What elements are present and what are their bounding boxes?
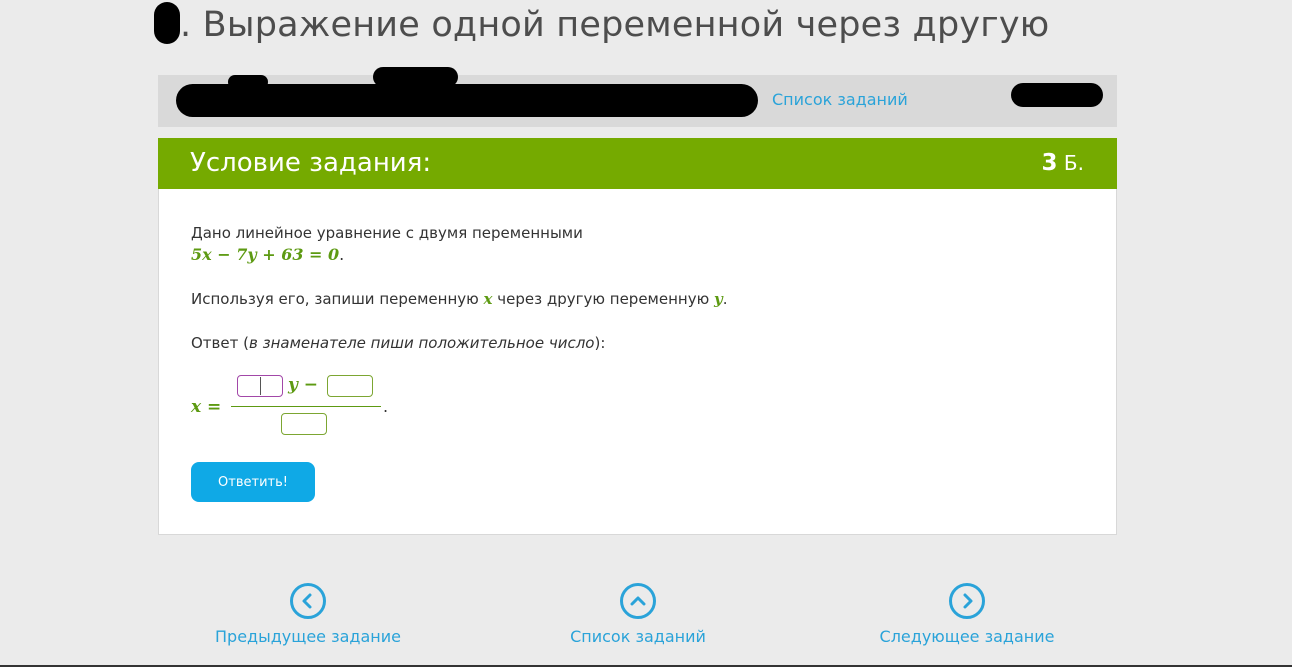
- task-list-nav[interactable]: Список заданий: [538, 583, 738, 646]
- fraction-lhs: x =: [191, 397, 222, 417]
- submit-answer-button[interactable]: Ответить!: [191, 462, 315, 502]
- numerator-coefficient-input[interactable]: [237, 375, 283, 397]
- task-header: Условие задания: 3 Б.: [158, 138, 1117, 189]
- prev-task-nav[interactable]: Предыдущее задание: [208, 583, 408, 646]
- chevron-left-icon: [290, 583, 326, 619]
- denominator-input[interactable]: [281, 413, 327, 435]
- task-text-line2: Используя его, запиши переменную x через…: [191, 290, 728, 308]
- task-equation: 5x − 7y + 63 = 0.: [191, 245, 345, 264]
- task-header-title: Условие задания:: [190, 148, 432, 178]
- task-list-label: Список заданий: [570, 627, 706, 646]
- fraction-bar: [231, 406, 381, 407]
- fraction-y-minus: y −: [288, 375, 319, 395]
- chevron-right-icon: [949, 583, 985, 619]
- task-points: 3 Б.: [1041, 150, 1084, 176]
- answer-fraction: x = y − .: [191, 375, 411, 439]
- redacted-text: [1011, 83, 1103, 107]
- task-text-line1: Дано линейное уравнение с двумя переменн…: [191, 224, 583, 242]
- fraction-period: .: [383, 397, 389, 416]
- task-list-link-top[interactable]: Список заданий: [772, 90, 908, 109]
- next-task-label: Следующее задание: [879, 627, 1055, 646]
- redacted-text: [228, 75, 268, 89]
- next-task-nav[interactable]: Следующее задание: [867, 583, 1067, 646]
- answer-label: Ответ (в знаменателе пиши положительное …: [191, 334, 606, 352]
- page-title: . Выражение одной переменной через другу…: [154, 2, 1049, 48]
- numerator-constant-input[interactable]: [327, 375, 373, 397]
- redacted-number: [154, 2, 180, 44]
- redacted-text: [176, 84, 758, 117]
- redacted-text: [373, 67, 458, 87]
- task-body: Дано линейное уравнение с двумя переменн…: [158, 189, 1117, 535]
- chevron-up-icon: [620, 583, 656, 619]
- prev-task-label: Предыдущее задание: [215, 627, 401, 646]
- task-topbar: Список заданий: [158, 67, 1117, 127]
